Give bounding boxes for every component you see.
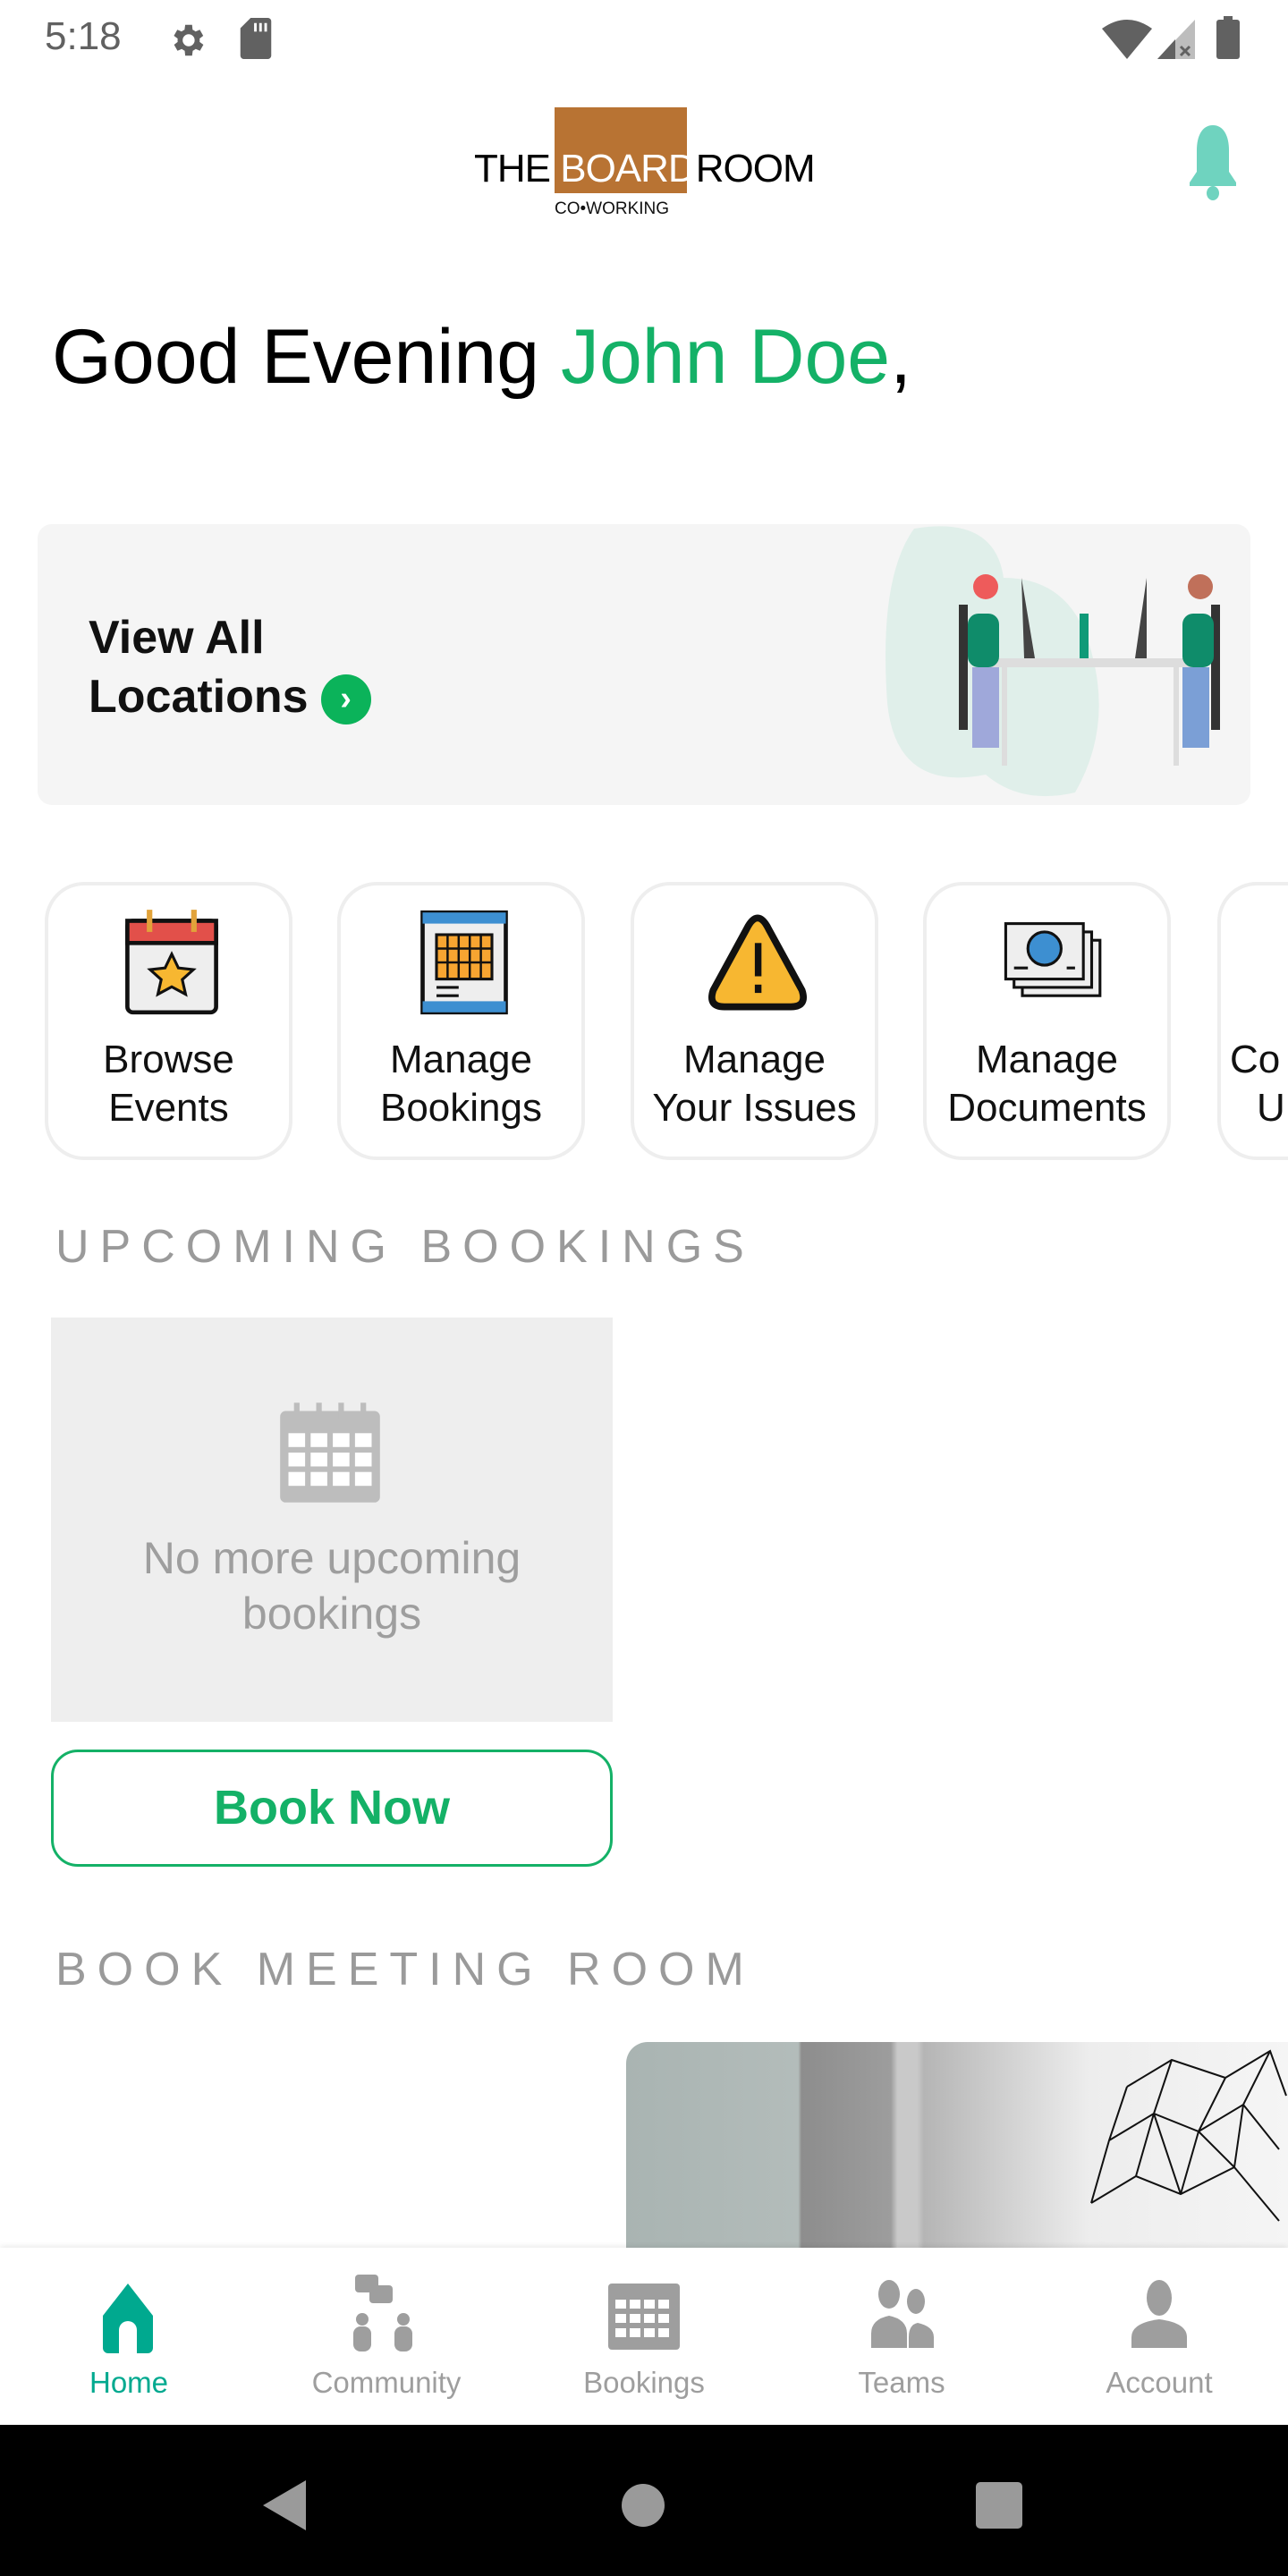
nav-home[interactable]: Home [0,2248,258,2425]
calendar-grid-icon [420,910,508,1015]
nav-account[interactable]: Account [1030,2248,1288,2425]
book-meeting-room-heading: BOOK MEETING ROOM [55,1944,755,1996]
wifi-icon [1102,20,1152,59]
account-icon [1131,2280,1187,2348]
chevron-right-icon: › [320,674,371,725]
nav-teams[interactable]: Teams [773,2248,1030,2425]
network-art [1090,2049,1287,2222]
browse-events-card[interactable]: Browse Events [45,882,292,1160]
gear-icon [174,24,204,56]
teams-icon [871,2280,934,2348]
recents-icon[interactable] [976,2482,1022,2529]
nav-community[interactable]: Community [258,2248,515,2425]
greeting: Good Evening John Doe, [52,314,912,400]
calendar-icon [280,1402,380,1503]
manage-bookings-card[interactable]: Manage Bookings [337,882,585,1160]
quick-action-card-partial[interactable]: Co U [1217,882,1288,1160]
meeting-room-image[interactable] [626,2042,1288,2248]
warning-icon [708,914,808,1011]
empty-bookings-text: No more upcoming bookings [142,1533,521,1639]
community-icon [353,2275,412,2351]
bottom-navigation: Home Community Bookings Teams Account [0,2248,1288,2425]
view-all-locations-card[interactable]: View All Locations › [38,524,1250,805]
book-now-button[interactable]: Book Now [51,1750,613,1867]
status-bar: 5:18 [0,0,1288,79]
brand-logo: THE BOARDROOM CO•WORKING [474,106,816,222]
manage-documents-card[interactable]: Manage Documents [923,882,1171,1160]
id-documents-icon [1004,922,1102,997]
signal-icon [1157,20,1195,59]
status-time: 5:18 [45,14,122,58]
system-navigation-bar [0,2425,1288,2576]
coworking-illustration [886,526,1220,797]
manage-issues-card[interactable]: Manage Your Issues [631,882,878,1160]
calendar-icon [608,2284,680,2350]
back-icon[interactable] [261,2480,306,2530]
calendar-star-icon [125,910,218,1015]
home-icon [103,2284,153,2353]
nav-bookings[interactable]: Bookings [515,2248,773,2425]
home-button-icon[interactable] [622,2484,665,2527]
battery-icon [1216,16,1240,59]
sd-card-icon [240,18,272,59]
upcoming-bookings-heading: UPCOMING BOOKINGS [55,1221,755,1273]
bell-icon[interactable] [1179,125,1247,200]
empty-bookings-card: No more upcoming bookings [51,1318,613,1722]
user-name: John Doe [560,314,891,400]
